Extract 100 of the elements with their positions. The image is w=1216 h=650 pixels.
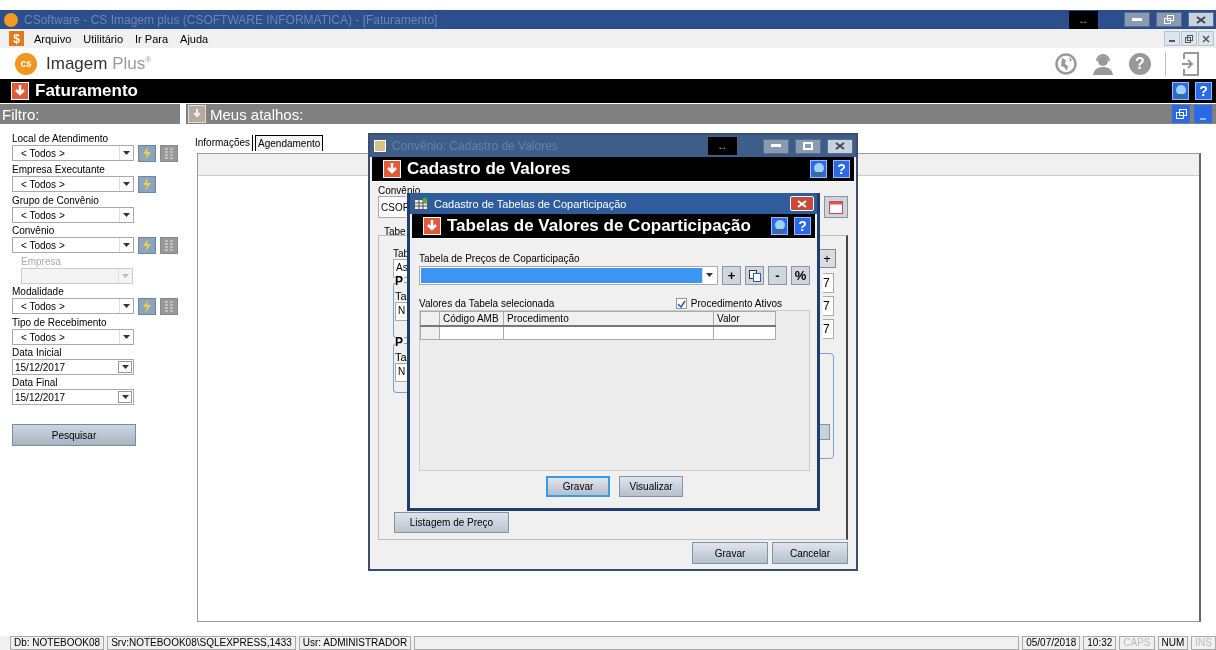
calendar-icon bbox=[829, 200, 843, 214]
tab[interactable]: Tabe bbox=[380, 226, 410, 236]
copy-icon bbox=[748, 269, 761, 282]
checkbox[interactable] bbox=[675, 298, 687, 309]
menu-item[interactable]: Arquivo bbox=[32, 32, 74, 45]
date-field[interactable]: 7 bbox=[823, 296, 834, 316]
dropdown-field[interactable] bbox=[419, 266, 718, 285]
help-button[interactable]: ? bbox=[1195, 82, 1212, 100]
maximize-button[interactable] bbox=[795, 138, 821, 154]
close-icon bbox=[835, 142, 845, 150]
status-panel: 05/07/2018 bbox=[1022, 636, 1081, 650]
module-title: Faturamento bbox=[35, 81, 139, 101]
status-panel: 10:32 bbox=[1083, 636, 1117, 650]
mdi-minimize-button[interactable] bbox=[1164, 31, 1180, 46]
restore-icon bbox=[1185, 34, 1193, 43]
panel-title: Meus atalhos: bbox=[210, 105, 305, 123]
maximize-icon bbox=[803, 142, 813, 150]
field-label: Local de Atendimento bbox=[12, 133, 110, 145]
help-button[interactable]: ? bbox=[794, 217, 811, 235]
logo-badge: cs bbox=[15, 52, 37, 75]
column-header[interactable]: Valor bbox=[713, 311, 776, 326]
date-field[interactable]: 15/12/2017 bbox=[12, 389, 134, 405]
menu-item[interactable]: Utilitário bbox=[81, 32, 126, 45]
support-agent-icon[interactable] bbox=[1091, 52, 1115, 75]
dialog-button[interactable]: Gravar bbox=[546, 476, 610, 497]
window-title: CSoftware - CS Imagem plus (CSOFTWARE INFORMATICA) - [Faturamento] bbox=[24, 12, 439, 27]
lightning-icon bbox=[142, 178, 152, 191]
date-field[interactable]: 7 bbox=[823, 319, 834, 339]
lightning-button[interactable] bbox=[138, 176, 156, 193]
close-icon bbox=[1196, 15, 1206, 24]
date-field[interactable]: 15/12/2017 bbox=[12, 359, 134, 375]
dropdown-field[interactable]: < Todos > bbox=[12, 145, 134, 161]
dropdown-field[interactable]: < Todos > bbox=[12, 329, 134, 345]
menu-item[interactable]: Ajuda bbox=[178, 32, 211, 45]
tab[interactable]: Informações bbox=[193, 135, 254, 151]
info-icon[interactable] bbox=[810, 160, 827, 178]
dropdown-arrow-icon bbox=[123, 335, 130, 339]
shortcut-icon bbox=[188, 105, 206, 123]
exit-icon[interactable] bbox=[1180, 51, 1200, 76]
status-panel: Db: NOTEBOOK08 bbox=[10, 636, 105, 650]
restore-button[interactable] bbox=[1156, 12, 1182, 27]
menu-item[interactable]: Ir Para bbox=[133, 32, 171, 45]
minimize-button[interactable] bbox=[1124, 12, 1150, 27]
app-icon bbox=[4, 12, 18, 27]
search-button[interactable]: Pesquisar bbox=[12, 424, 136, 446]
lightning-button[interactable] bbox=[138, 237, 156, 254]
close-button[interactable] bbox=[1188, 12, 1214, 27]
minimize-icon bbox=[771, 144, 781, 148]
column-header[interactable]: Procedimento bbox=[503, 311, 714, 326]
text-field[interactable]: CSOF bbox=[378, 196, 406, 218]
status-panel: Srv:NOTEBOOK08\SQLEXPRESS,1433 bbox=[107, 636, 296, 650]
field-label: Empresa Executante bbox=[12, 164, 106, 176]
list-icon bbox=[164, 239, 174, 252]
field-label: Empresa bbox=[20, 256, 62, 268]
copy-button[interactable] bbox=[745, 266, 764, 285]
info-icon[interactable] bbox=[1172, 82, 1189, 100]
minimize-icon[interactable] bbox=[1194, 105, 1212, 123]
dropdown-field[interactable]: < Todos > bbox=[12, 237, 134, 253]
minimize-button[interactable] bbox=[763, 138, 789, 154]
resize-indicator: ↔ bbox=[1069, 10, 1098, 29]
dropdown-arrow-icon bbox=[122, 274, 129, 278]
help-button[interactable]: ? bbox=[833, 160, 850, 178]
dropdown-field[interactable]: < Todos > bbox=[12, 176, 134, 192]
info-icon[interactable] bbox=[771, 217, 788, 235]
restore-icon bbox=[1164, 15, 1174, 24]
mdi-restore-button[interactable] bbox=[1181, 31, 1197, 46]
collapse-icon bbox=[11, 82, 29, 100]
dropdown-arrow-icon bbox=[123, 151, 130, 155]
lightning-button[interactable] bbox=[138, 298, 156, 315]
date-field[interactable]: 7 bbox=[823, 273, 834, 293]
logo-text: Imagem Plus$^{®}$ bbox=[46, 53, 152, 74]
field-label: Ta bbox=[395, 290, 408, 302]
tab[interactable]: Agendamento bbox=[255, 135, 324, 151]
mdi-close-button[interactable] bbox=[1198, 31, 1214, 46]
minimize-icon bbox=[1132, 17, 1142, 22]
collapse-icon bbox=[423, 217, 441, 235]
dropdown-arrow-icon bbox=[123, 182, 130, 186]
dialog-button[interactable]: Cancelar bbox=[772, 542, 848, 564]
column-header[interactable]: Código AMB bbox=[439, 311, 504, 326]
restore-icon[interactable] bbox=[1172, 105, 1190, 123]
dialog-title: Cadastro de Tabelas de Coparticipação bbox=[434, 197, 628, 210]
dialog-button[interactable]: Gravar bbox=[692, 542, 768, 564]
panel-title: Filtro: bbox=[2, 105, 41, 123]
price-list-button[interactable]: Listagem de Preço bbox=[394, 512, 509, 533]
list-icon bbox=[164, 147, 174, 160]
collapse-icon bbox=[383, 160, 401, 178]
dialog-button[interactable]: Visualizar bbox=[619, 476, 683, 497]
close-button[interactable] bbox=[827, 138, 853, 154]
calendar-button[interactable] bbox=[824, 196, 848, 218]
tool-button[interactable]: + bbox=[722, 266, 741, 285]
dropdown-field[interactable]: < Todos > bbox=[12, 298, 134, 314]
field-label: Tabela de Preços de Coparticipação bbox=[419, 253, 581, 264]
field-label: Ta bbox=[395, 351, 408, 363]
tool-button[interactable]: % bbox=[791, 266, 810, 285]
lightning-button[interactable] bbox=[138, 145, 156, 162]
dropdown-arrow-icon bbox=[123, 243, 130, 247]
grid-label: Valores da Tabela selecionada bbox=[419, 298, 555, 309]
tool-button[interactable]: - bbox=[768, 266, 787, 285]
dropdown-field[interactable]: < Todos > bbox=[12, 207, 134, 223]
globe-icon[interactable] bbox=[1055, 52, 1077, 75]
